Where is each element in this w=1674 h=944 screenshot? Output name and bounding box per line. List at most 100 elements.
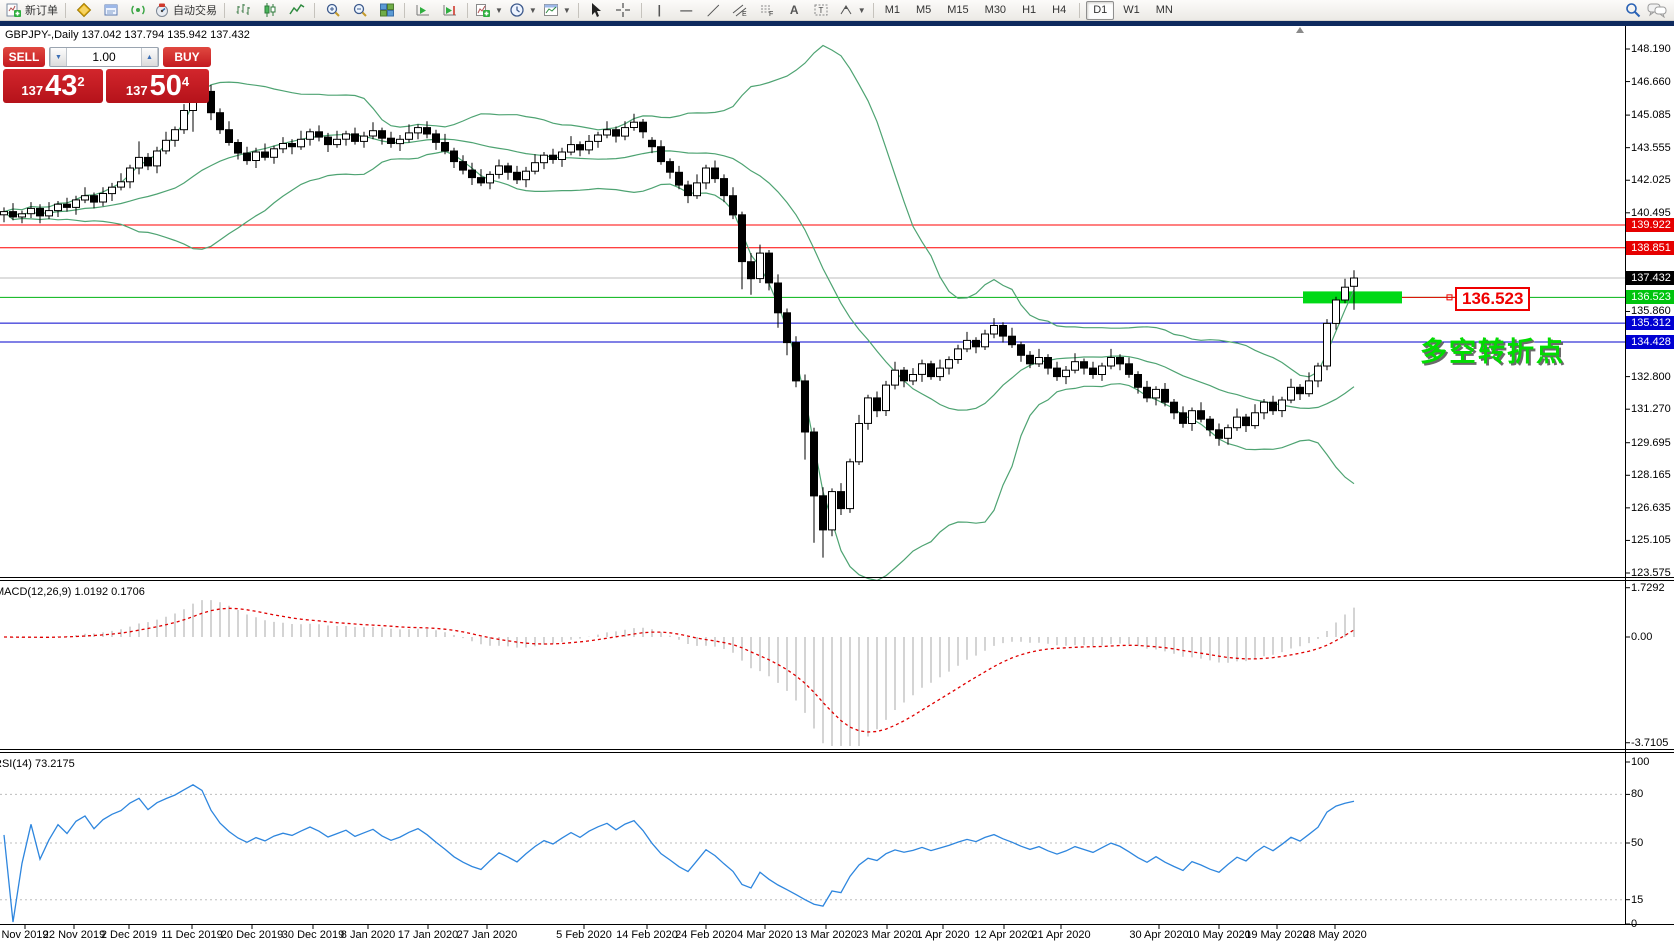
chevron-down-icon: ▼ <box>495 6 503 15</box>
buy-button[interactable]: BUY <box>163 47 211 67</box>
sell-price-sup: 2 <box>77 75 84 88</box>
buy-price-display[interactable]: 137504 <box>106 69 209 103</box>
fibonacci-button[interactable]: F <box>754 1 781 20</box>
auto-scroll-button[interactable] <box>409 1 436 20</box>
text-label-icon: T <box>813 2 829 18</box>
date-tick-label: 1 Apr 2020 <box>916 929 969 941</box>
chart-marker <box>1296 27 1304 33</box>
timeframe-button-H1[interactable]: H1 <box>1015 1 1043 20</box>
candlestick-chart-button[interactable] <box>256 1 283 20</box>
chart-title: GBPJPY-,Daily 137.042 137.794 135.942 13… <box>5 29 250 41</box>
price-tick-label: 123.575 <box>1631 567 1671 579</box>
price-badge: 138.851 <box>1626 241 1674 255</box>
macd-tick-label: 1.7292 <box>1631 582 1665 594</box>
volume-decrease-button[interactable]: ▼ <box>50 48 67 66</box>
volume-increase-button[interactable]: ▲ <box>141 48 158 66</box>
timeframe-button-W1[interactable]: W1 <box>1116 1 1147 20</box>
cjk-annotation[interactable]: 多空转折点 <box>1420 330 1565 369</box>
zoom-in-button[interactable] <box>319 1 346 20</box>
timeframe-button-H4[interactable]: H4 <box>1045 1 1073 20</box>
trendline-icon: ／ <box>707 2 719 19</box>
chart-shift-button[interactable] <box>436 1 463 20</box>
search-icon[interactable] <box>1625 2 1641 18</box>
rsi-layer <box>0 785 1625 922</box>
zoom-out-icon <box>352 2 368 18</box>
timeframe-button-M15[interactable]: M15 <box>940 1 975 20</box>
indicators-icon <box>475 2 491 18</box>
volume-input[interactable]: 1.00 <box>67 48 141 66</box>
auto-trading-button[interactable]: 自动交易 <box>151 1 220 20</box>
price-tick-label: 148.190 <box>1631 43 1671 55</box>
date-tick-label: 30 Apr 2020 <box>1129 929 1188 941</box>
buy-price-sup: 4 <box>182 75 189 88</box>
date-tick-label: Nov 2019 <box>1 929 48 941</box>
auto-trading-icon <box>154 2 170 18</box>
hline-layer <box>0 225 1625 342</box>
toolbar-separator <box>641 3 642 18</box>
date-tick-label: 21 Apr 2020 <box>1031 929 1090 941</box>
sell-button[interactable]: SELL <box>3 47 45 67</box>
price-badge: 135.312 <box>1626 316 1674 330</box>
indicators-button[interactable]: ▼ <box>472 1 506 20</box>
toolbar-separator <box>1079 3 1080 18</box>
periods-button[interactable]: ▼ <box>506 1 540 20</box>
tile-windows-icon <box>379 2 395 18</box>
timeframe-button-M30[interactable]: M30 <box>978 1 1013 20</box>
timeframe-button-M5[interactable]: M5 <box>909 1 938 20</box>
horizontal-line-button[interactable]: — <box>673 1 700 20</box>
toolbar-separator <box>314 3 315 18</box>
chevron-down-icon: ▼ <box>563 6 571 15</box>
new-order-button[interactable]: 新订单 <box>3 1 61 20</box>
templates-button[interactable]: ▼ <box>540 1 574 20</box>
line-chart-button[interactable] <box>283 1 310 20</box>
cursor-button[interactable] <box>583 1 610 20</box>
arrows-button[interactable]: ▼ <box>835 1 869 20</box>
crosshair-button[interactable] <box>610 1 637 20</box>
trendline-button[interactable]: ／ <box>700 1 727 20</box>
chat-icon[interactable] <box>1647 2 1667 18</box>
panel-separator[interactable] <box>0 749 1674 750</box>
sell-price-display[interactable]: 137432 <box>3 69 103 103</box>
timeframe-toolbar: M1M5M15M30H1H4 D1W1MN <box>878 1 1180 20</box>
zoom-out-button[interactable] <box>346 1 373 20</box>
text-button[interactable]: A <box>781 1 808 20</box>
toolbar-right <box>1625 2 1671 18</box>
tile-windows-button[interactable] <box>373 1 400 20</box>
bar-chart-button[interactable] <box>229 1 256 20</box>
auto-scroll-icon <box>415 2 431 18</box>
date-axis-border <box>0 924 1674 925</box>
market-watch-button[interactable] <box>70 1 97 20</box>
text-label-button[interactable]: T <box>808 1 835 20</box>
crosshair-icon <box>615 2 631 18</box>
panel-separator[interactable] <box>0 752 1674 753</box>
text-icon: A <box>790 3 799 17</box>
window-frame-strip <box>0 21 1674 26</box>
macd-tick-label: -3.7105 <box>1631 737 1668 749</box>
vertical-line-button[interactable]: | <box>646 1 673 20</box>
date-tick-label: 27 Jan 2020 <box>457 929 518 941</box>
date-tick-label: 24 Feb 2020 <box>675 929 737 941</box>
signal-button[interactable] <box>124 1 151 20</box>
date-tick-label: 20 Dec 2019 <box>221 929 283 941</box>
price-annotation-box[interactable]: 136.523 <box>1455 287 1530 311</box>
toolbar: 新订单 自动交易 ▼ ▼ <box>0 0 1674 21</box>
zoom-in-icon <box>325 2 341 18</box>
chevron-up-icon: ▲ <box>146 54 153 61</box>
timeframe-button-M1[interactable]: M1 <box>878 1 907 20</box>
price-tick-label: 140.495 <box>1631 207 1671 219</box>
channel-button[interactable]: E <box>727 1 754 20</box>
timeframe-button-MN[interactable]: MN <box>1149 1 1180 20</box>
panel-separator[interactable] <box>0 580 1674 581</box>
price-tick-label: 125.105 <box>1631 534 1671 546</box>
price-tick-label: 146.660 <box>1631 76 1671 88</box>
rsi-tick-label: 0 <box>1631 918 1637 930</box>
panel-separator[interactable] <box>0 577 1674 578</box>
data-window-button[interactable] <box>97 1 124 20</box>
date-tick-label: 4 Mar 2020 <box>737 929 793 941</box>
buy-price-big: 50 <box>150 71 182 101</box>
fibonacci-icon: F <box>759 2 775 18</box>
timeframe-button-D1[interactable]: D1 <box>1086 1 1114 20</box>
periods-icon <box>509 2 525 18</box>
toolbar-separator <box>873 3 874 18</box>
date-tick-label: 2 Dec 2019 <box>101 929 157 941</box>
